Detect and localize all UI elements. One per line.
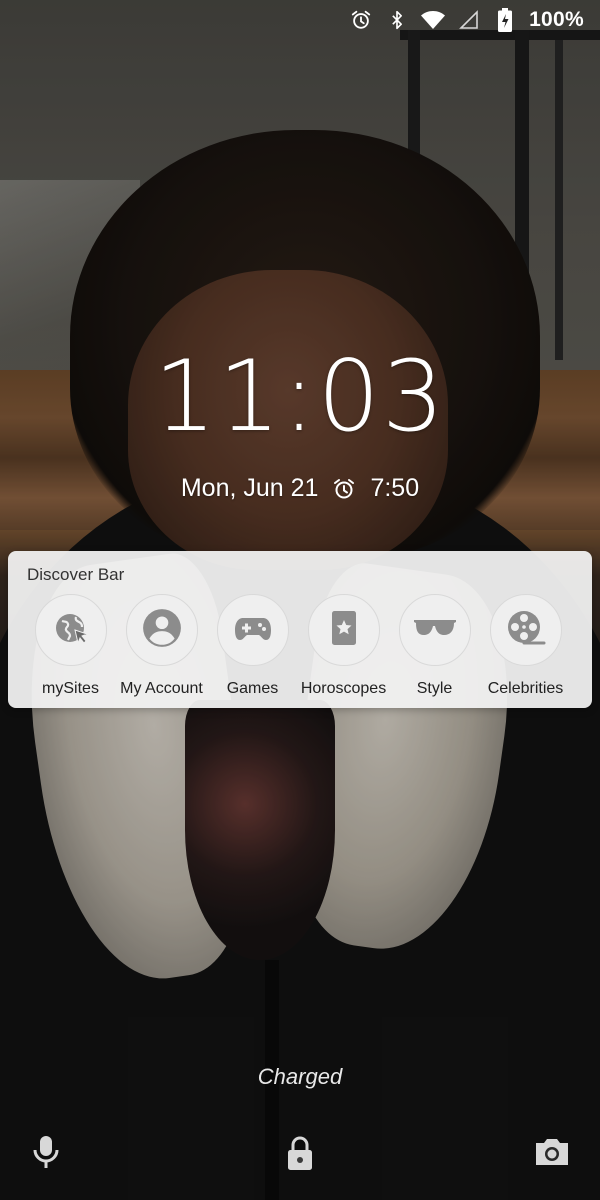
discover-item-label: My Account — [120, 680, 203, 697]
cellular-signal-icon — [457, 8, 481, 32]
discover-icon-button[interactable] — [125, 594, 198, 666]
discover-item-games[interactable]: Games — [207, 594, 298, 698]
discover-bar-title: Discover Bar — [27, 565, 125, 584]
microphone-icon[interactable] — [26, 1132, 66, 1172]
bluetooth-icon — [385, 8, 409, 32]
discover-item-my-account[interactable]: My Account — [116, 594, 207, 698]
lock-icon[interactable] — [280, 1134, 320, 1174]
discover-icon-button[interactable] — [398, 594, 471, 666]
alarm-icon — [332, 477, 356, 501]
alarm-icon — [349, 8, 373, 32]
account-circle-icon — [141, 607, 183, 654]
discover-item-label: Horoscopes — [300, 680, 387, 697]
sunglasses-icon — [413, 617, 457, 644]
discover-bar-card: Discover Bar mySites My Account Games Ho… — [8, 551, 592, 708]
battery-percentage: 100% — [529, 8, 584, 31]
date-alarm-row: Mon, Jun 21 7:50 — [0, 474, 600, 503]
next-alarm-time: 7:50 — [370, 474, 420, 502]
wifi-icon — [421, 8, 446, 32]
discover-icon-button[interactable] — [307, 594, 380, 666]
lockscreen-date: Mon, Jun 21 — [180, 474, 319, 502]
discover-icon-button[interactable] — [489, 594, 562, 666]
discover-icon-button[interactable] — [216, 594, 289, 666]
star-card-icon — [330, 609, 358, 652]
lockscreen-clock: 11:03 — [153, 340, 447, 454]
status-bar: 100% — [0, 0, 600, 42]
globe-cursor-icon — [51, 608, 91, 653]
gamepad-icon — [234, 614, 272, 647]
discover-icon-button[interactable] — [34, 594, 107, 666]
film-reel-icon — [505, 608, 547, 653]
battery-charging-icon — [493, 8, 517, 32]
discover-item-celebrities[interactable]: Celebrities — [480, 594, 571, 698]
discover-item-label: Games — [226, 680, 279, 697]
camera-icon[interactable] — [532, 1132, 572, 1172]
discover-item-mysites[interactable]: mySites — [25, 594, 116, 698]
discover-item-style[interactable]: Style — [389, 594, 480, 698]
discover-item-label: Celebrities — [487, 680, 564, 697]
discover-item-horoscopes[interactable]: Horoscopes — [298, 594, 389, 698]
discover-item-label: Style — [416, 680, 453, 697]
charging-status: Charged — [257, 1064, 343, 1089]
discover-item-label: mySites — [42, 680, 99, 697]
